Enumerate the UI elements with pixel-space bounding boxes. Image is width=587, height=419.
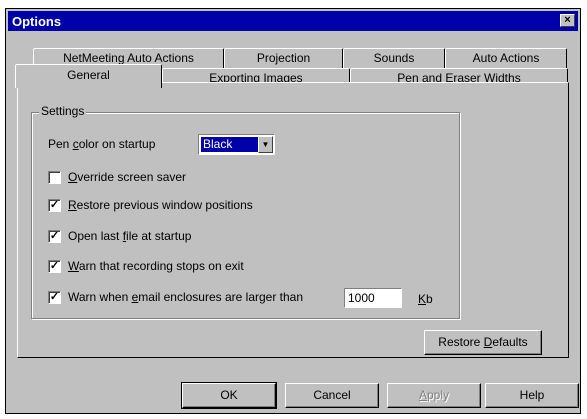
open-last-file-checkbox[interactable]: ✓	[48, 230, 61, 243]
pen-color-label: Pen color on startup	[48, 137, 156, 151]
checkbox-label: Restore previous window positions	[68, 198, 253, 212]
tab-projection[interactable]: Projection	[224, 48, 343, 68]
warn-recording-stops-checkbox[interactable]: ✓	[48, 260, 61, 273]
check-mark-icon: ✓	[49, 291, 60, 303]
dropdown-arrow-icon[interactable]: ▼	[258, 136, 273, 153]
enclosure-size-limit-input[interactable]: 1000	[344, 288, 402, 308]
dialog-title: Options	[12, 14, 62, 29]
tab-auto-actions[interactable]: Auto Actions	[445, 48, 567, 68]
warn-email-enclosures-checkbox[interactable]: ✓	[48, 291, 61, 304]
restore-defaults-button[interactable]: Restore Defaults	[424, 330, 542, 355]
cancel-button[interactable]: Cancel	[285, 383, 379, 408]
settings-group-title: Settings	[39, 104, 87, 118]
check-mark-icon: ✓	[49, 230, 60, 242]
pen-color-value: Black	[201, 137, 258, 152]
close-button[interactable]: ×	[560, 14, 575, 27]
check-mark-icon: ✓	[49, 199, 60, 211]
tab-sounds[interactable]: Sounds	[343, 48, 445, 68]
checkbox-label: Warn when email enclosures are larger th…	[68, 290, 304, 304]
check-mark-icon: ✓	[49, 260, 60, 272]
checkbox-label: Override screen saver	[68, 170, 187, 184]
close-icon: ×	[564, 14, 571, 26]
help-button[interactable]: Help	[485, 383, 579, 408]
size-unit-label: Kb	[418, 292, 433, 306]
title-bar: Options ×	[8, 11, 578, 31]
pen-color-select[interactable]: Black ▼	[198, 134, 275, 155]
apply-button[interactable]: Apply	[387, 383, 481, 408]
override-screen-saver-checkbox[interactable]	[48, 171, 61, 184]
checkbox-label: Open last file at startup	[68, 229, 192, 243]
tab-general[interactable]: General	[15, 64, 162, 88]
ok-button[interactable]: OK	[181, 382, 277, 409]
restore-window-positions-checkbox[interactable]: ✓	[48, 199, 61, 212]
checkbox-label: Warn that recording stops on exit	[68, 259, 244, 273]
